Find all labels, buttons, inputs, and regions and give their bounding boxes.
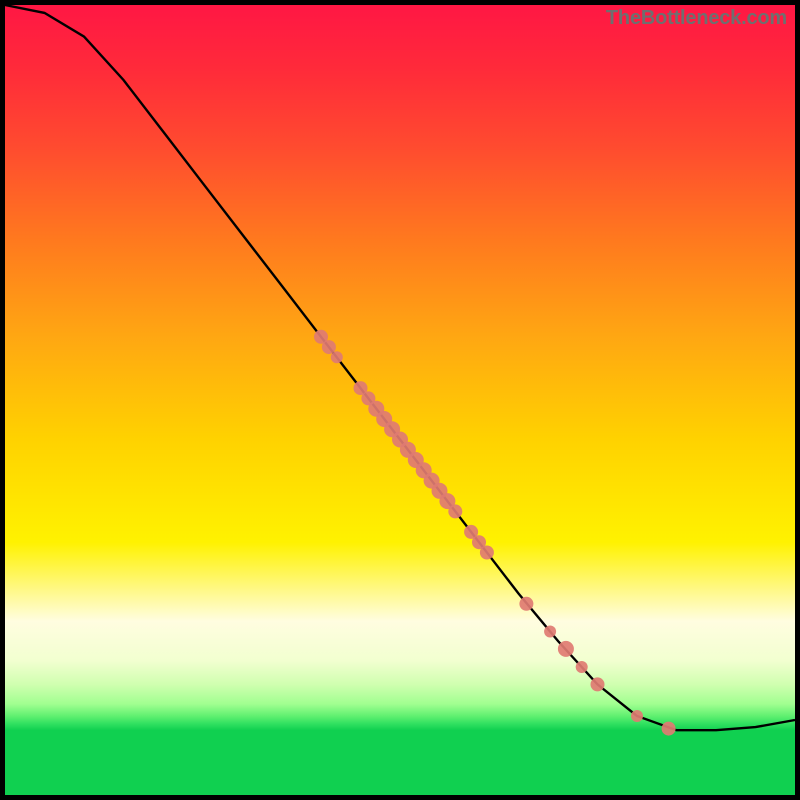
data-marker bbox=[662, 722, 676, 736]
chart-container: TheBottleneck.com bbox=[5, 5, 795, 795]
bottleneck-curve bbox=[5, 5, 795, 730]
data-marker bbox=[480, 546, 494, 560]
data-marker bbox=[448, 504, 462, 518]
data-marker bbox=[331, 351, 343, 363]
data-markers bbox=[314, 330, 676, 736]
chart-svg bbox=[5, 5, 795, 795]
data-marker bbox=[544, 626, 556, 638]
data-marker bbox=[519, 597, 533, 611]
watermark-text: TheBottleneck.com bbox=[606, 7, 787, 30]
data-marker bbox=[322, 340, 336, 354]
data-marker bbox=[576, 661, 588, 673]
data-marker bbox=[591, 677, 605, 691]
data-marker bbox=[631, 710, 643, 722]
data-marker bbox=[558, 641, 574, 657]
